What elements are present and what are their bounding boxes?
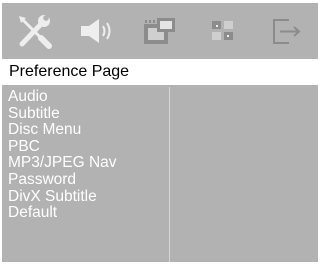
general-setup-tab[interactable]: [11, 11, 57, 51]
exit-icon: [273, 18, 301, 44]
exit-setup-tab[interactable]: [263, 11, 309, 51]
page-title: Preference Page: [2, 59, 318, 85]
video-setup-tab[interactable]: [137, 11, 183, 51]
audio-setup-tab[interactable]: [74, 11, 120, 51]
video-icon: [143, 17, 175, 44]
speaker-icon: [80, 18, 111, 43]
preference-menu-list: Audio Subtitle Disc Menu PBC MP3/JPEG Na…: [2, 87, 170, 262]
menu-item-audio[interactable]: Audio: [2, 88, 169, 106]
menu-item-disc-menu[interactable]: Disc Menu: [2, 122, 169, 139]
menu-item-password[interactable]: Password: [2, 171, 169, 189]
preference-icon: [212, 20, 234, 40]
menu-item-pbc[interactable]: PBC: [2, 138, 169, 156]
submenu-panel: [171, 87, 318, 262]
menu-item-default[interactable]: Default: [2, 205, 169, 222]
tools-icon: [18, 14, 52, 49]
setup-menu-screen: Preference Page Audio Subtitle Disc Menu…: [2, 3, 318, 262]
menu-item-subtitle[interactable]: Subtitle: [2, 105, 169, 123]
menu-item-divx-subtitle[interactable]: DivX Subtitle: [2, 188, 169, 206]
setup-toolbar: [2, 3, 318, 58]
menu-item-mp3-jpeg-nav[interactable]: MP3/JPEG Nav: [2, 155, 169, 172]
preference-setup-tab[interactable]: [200, 11, 246, 51]
